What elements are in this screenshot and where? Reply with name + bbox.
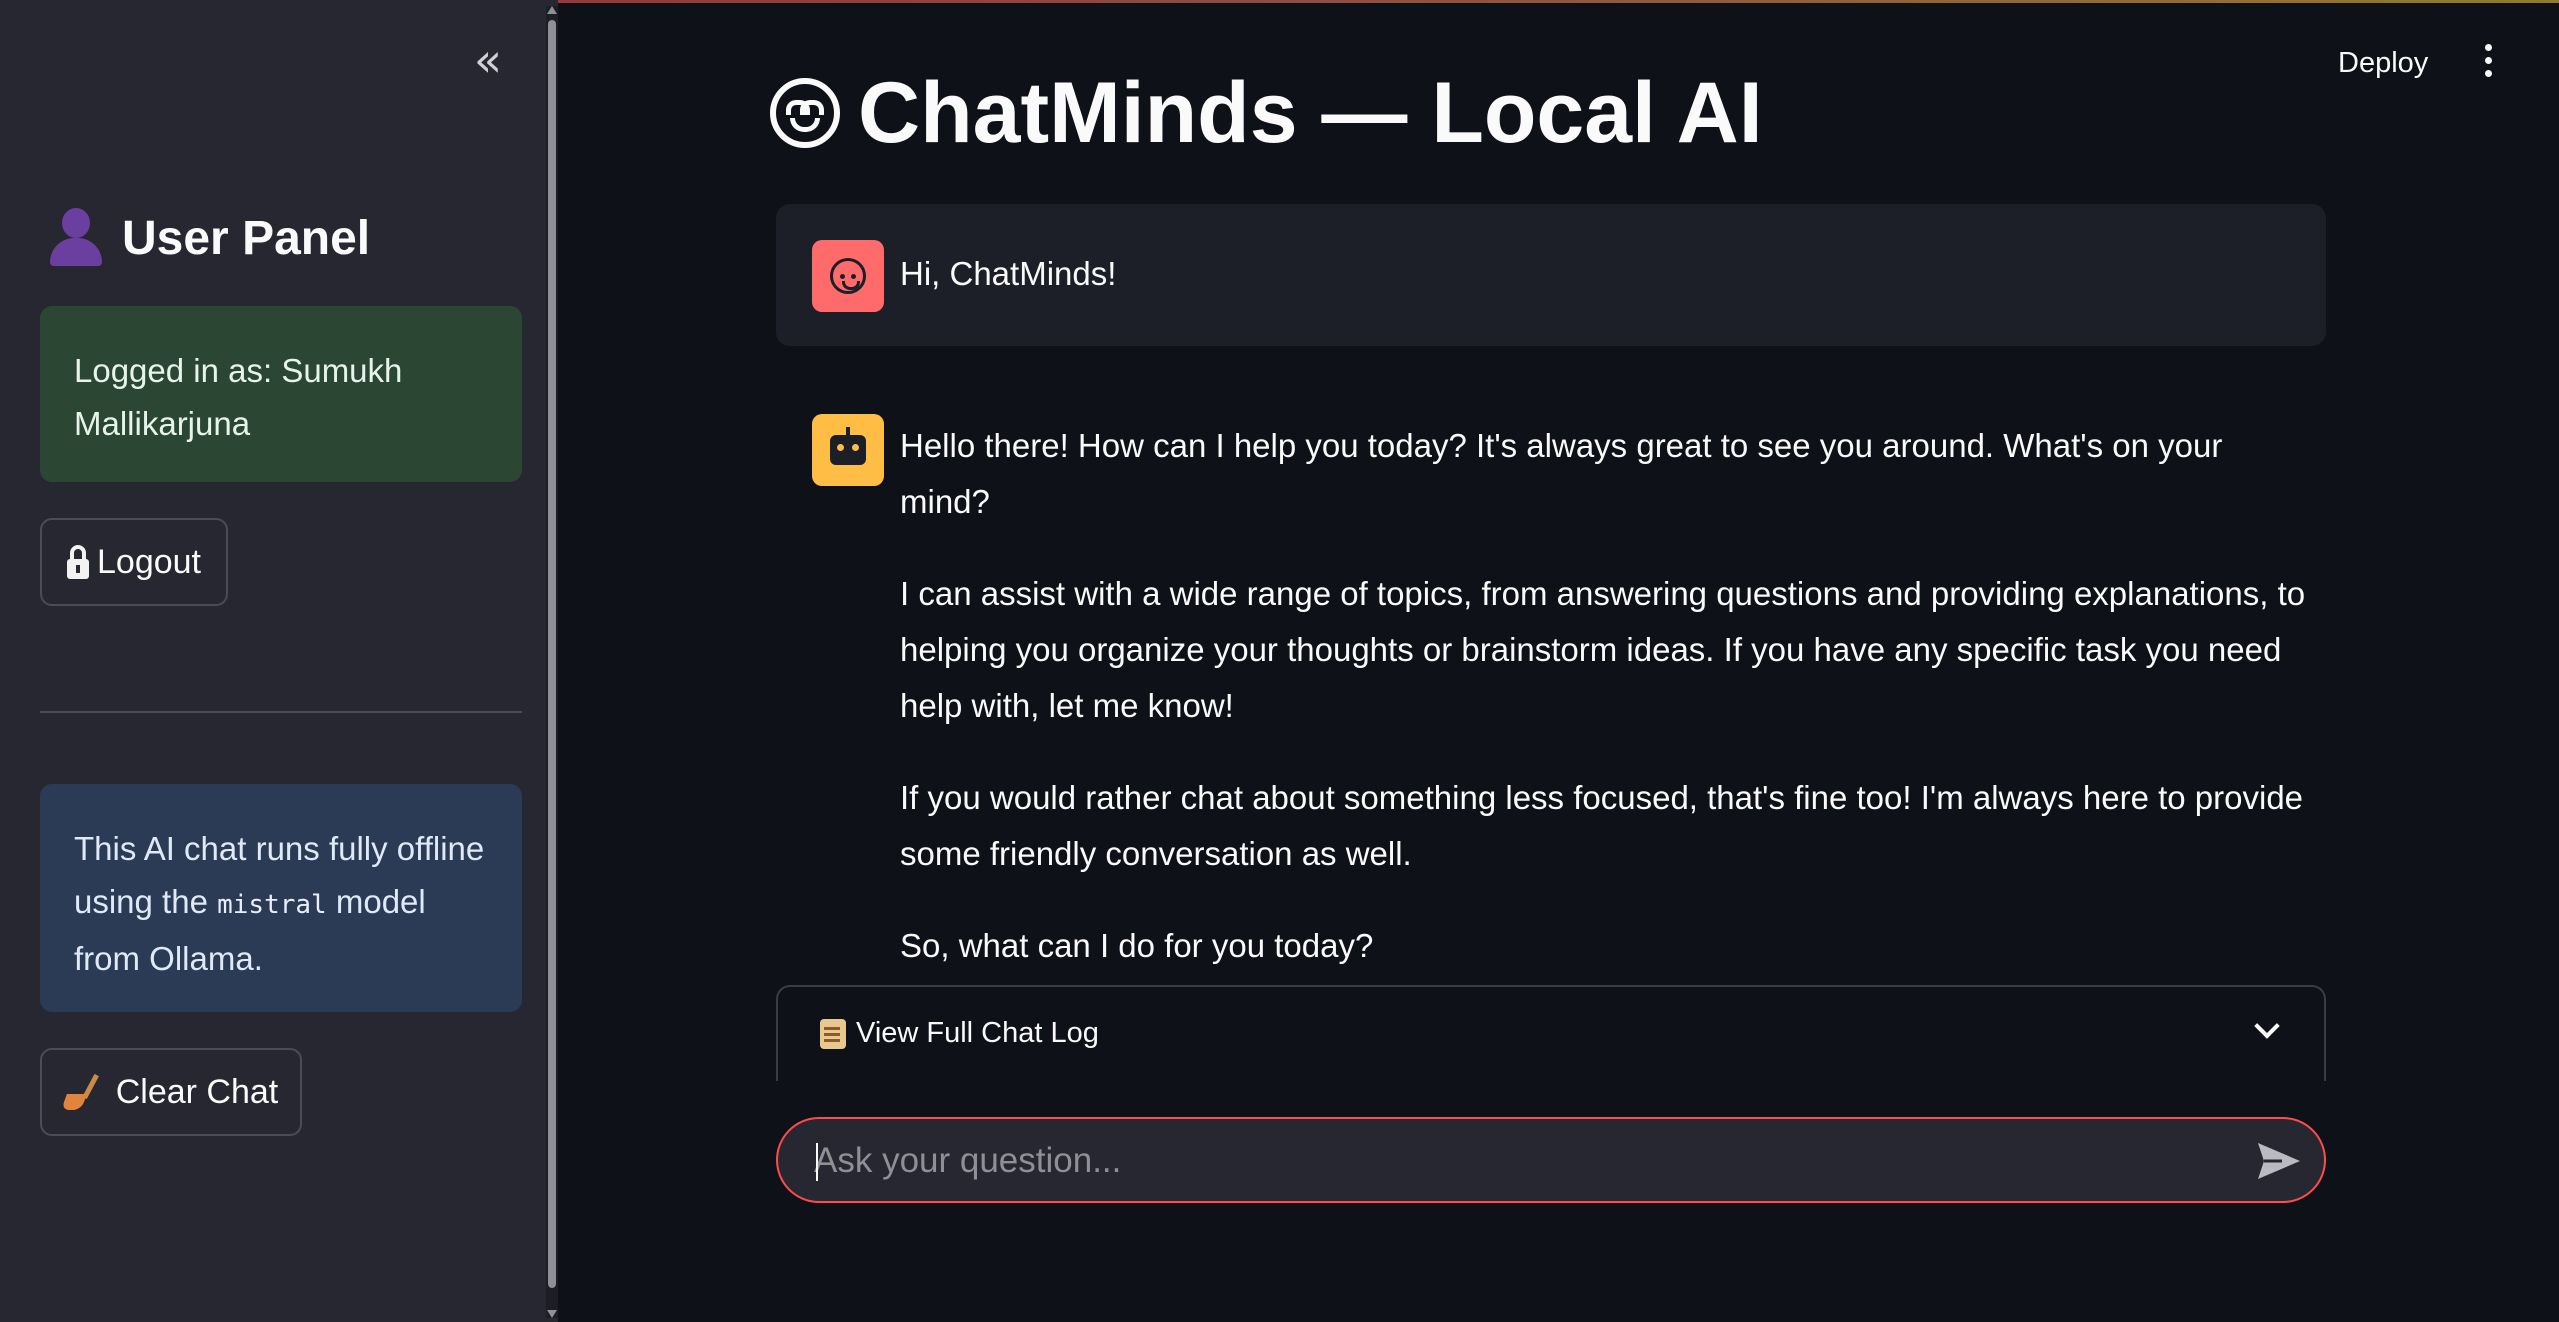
chat-log-expander[interactable]: View Full Chat Log: [776, 985, 2326, 1081]
expander-header: View Full Chat Log: [820, 1017, 1099, 1050]
smiley-face-icon: [812, 240, 884, 312]
logout-label: Logout: [97, 542, 201, 581]
logged-in-alert: Logged in as: Sumukh Mallikarjuna: [40, 306, 522, 482]
user-message-text: Hi, ChatMinds!: [900, 255, 1117, 292]
page-title: ChatMinds — Local AI: [770, 58, 1763, 168]
sidebar: « User Panel Logged in as: Sumukh Mallik…: [0, 0, 558, 1322]
chat-input[interactable]: [814, 1133, 2194, 1189]
sidebar-title-text: User Panel: [122, 211, 371, 265]
send-icon[interactable]: [2256, 1141, 2302, 1181]
vertical-dots-icon[interactable]: [2476, 44, 2500, 80]
text-caret: [816, 1143, 818, 1181]
user-silhouette-icon: [48, 208, 104, 268]
scroll-icon: [820, 1018, 846, 1049]
expander-label: View Full Chat Log: [856, 1017, 1099, 1049]
clear-chat-button[interactable]: Clear Chat: [40, 1048, 302, 1136]
robot-icon: [812, 414, 884, 486]
offline-info-alert: This AI chat runs fully offline using th…: [40, 784, 522, 1012]
assistant-paragraph: So, what can I do for you today?: [900, 927, 1374, 964]
chevron-down-icon[interactable]: [2254, 1013, 2280, 1039]
clear-chat-label: Clear Chat: [115, 1072, 279, 1111]
broom-icon: [60, 1072, 99, 1112]
logout-button[interactable]: Logout: [40, 518, 228, 606]
chat-input-container: [776, 1117, 2326, 1203]
robot-face-icon: [770, 78, 840, 148]
chat-message-assistant: Hello there! How can I help you today? I…: [776, 378, 2326, 964]
sidebar-scrollbar[interactable]: [546, 6, 558, 1318]
chat-message-user: Hi, ChatMinds!: [776, 204, 2326, 346]
sidebar-title: User Panel: [48, 203, 370, 273]
deploy-button[interactable]: Deploy: [2330, 40, 2436, 86]
assistant-paragraph: Hello there! How can I help you today? I…: [900, 427, 2223, 520]
assistant-paragraph: I can assist with a wide range of topics…: [900, 575, 2306, 724]
assistant-paragraph: If you would rather chat about something…: [900, 779, 2304, 872]
model-name: mistral: [217, 890, 327, 920]
lock-icon: [67, 545, 89, 579]
assistant-message-text: Hello there! How can I help you today? I…: [900, 418, 2320, 1010]
double-chevron-left-icon[interactable]: «: [466, 37, 510, 84]
sidebar-divider: [40, 711, 522, 713]
page-title-text: ChatMinds — Local AI: [858, 64, 1763, 161]
